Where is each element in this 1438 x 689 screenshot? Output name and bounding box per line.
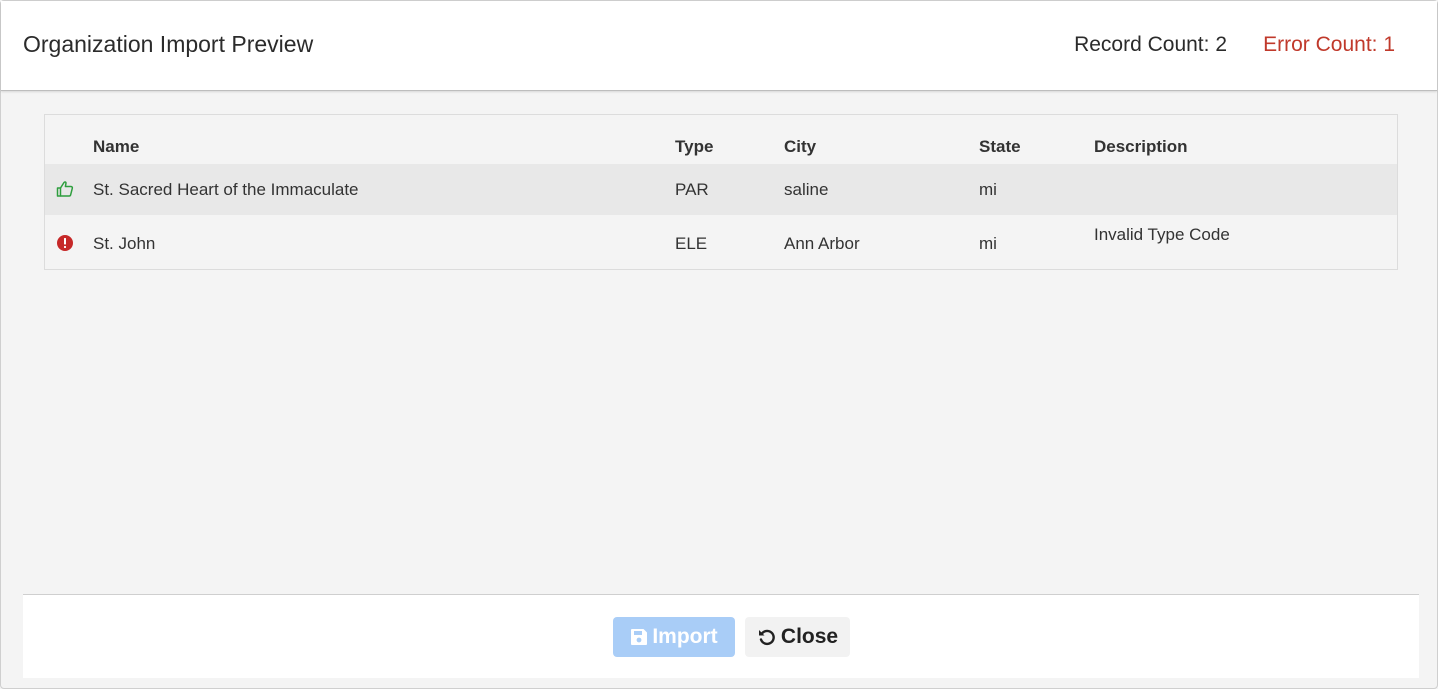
cell-description: Invalid Type Code (1094, 225, 1230, 244)
cell-city: saline (784, 180, 829, 199)
column-header-name[interactable]: Name (93, 137, 139, 157)
grid-header-row: Name Type City State Description (45, 115, 1397, 164)
modal-footer: Import Close (23, 594, 1419, 678)
close-button-label: Close (780, 625, 839, 648)
save-icon (631, 629, 648, 645)
modal-header: Organization Import Preview Record Count… (1, 1, 1437, 91)
column-header-description[interactable]: Description (1094, 137, 1188, 157)
import-grid: Name Type City State Description St. Sac… (44, 114, 1398, 270)
modal-title: Organization Import Preview (23, 31, 314, 57)
column-header-city[interactable]: City (784, 137, 816, 157)
import-preview-modal: Organization Import Preview Record Count… (0, 0, 1438, 689)
cell-name: St. John (93, 234, 156, 253)
cell-type: PAR (675, 180, 709, 199)
table-row[interactable]: St. Sacred Heart of the Immaculate PAR s… (45, 164, 1397, 215)
cell-city: Ann Arbor (784, 234, 860, 253)
close-button[interactable]: Close (745, 617, 850, 657)
undo-icon (758, 629, 775, 646)
cell-state: mi (979, 180, 997, 199)
column-header-type[interactable]: Type (675, 137, 713, 157)
cell-name: St. Sacred Heart of the Immaculate (93, 180, 359, 199)
import-button-label: Import (652, 625, 718, 648)
cell-type: ELE (675, 234, 708, 253)
table-row[interactable]: St. John ELE Ann Arbor mi Invalid Type C… (45, 215, 1397, 269)
error-count: Error Count: 1 (1263, 33, 1395, 56)
import-button[interactable]: Import (613, 617, 735, 657)
column-header-state[interactable]: State (979, 137, 1021, 157)
thumbs-up-icon (56, 180, 74, 198)
error-circle-icon (56, 234, 74, 252)
record-count: Record Count: 2 (1074, 33, 1227, 56)
cell-state: mi (979, 234, 997, 253)
